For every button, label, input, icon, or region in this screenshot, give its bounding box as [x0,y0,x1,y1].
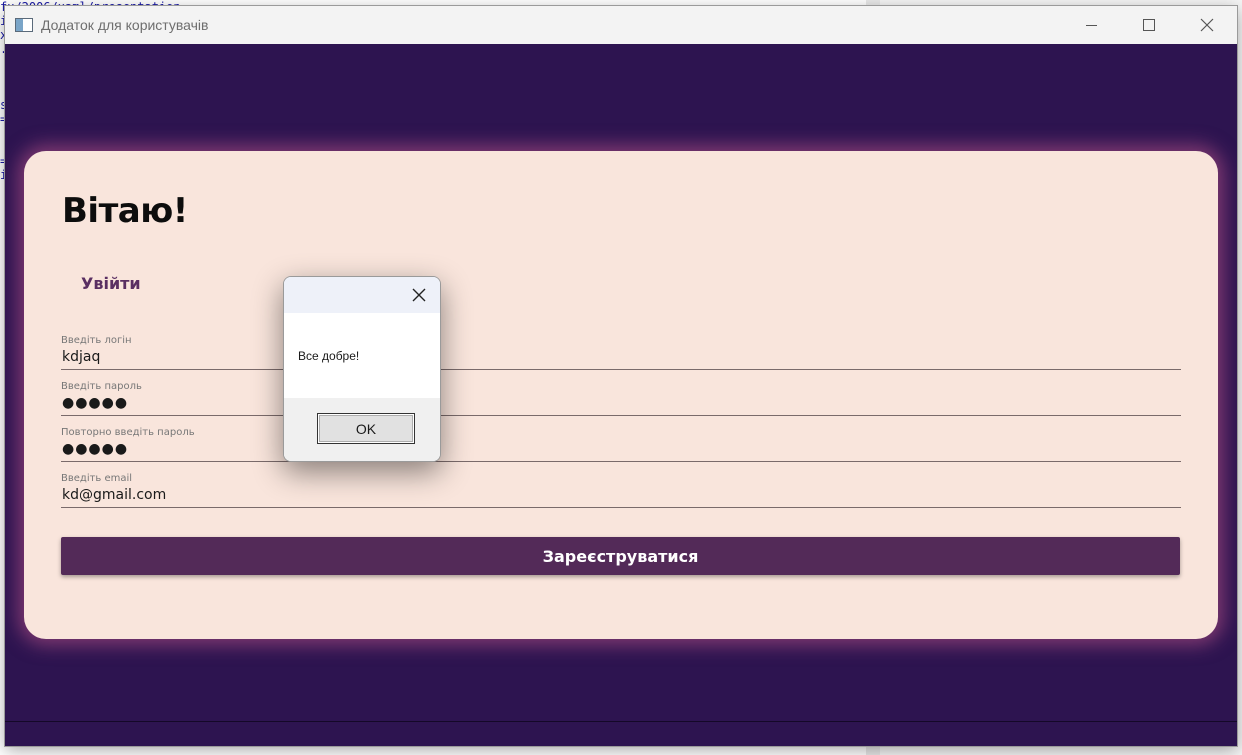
repeat-password-field-label: Повторно введіть пароль [61,427,195,438]
ok-button[interactable]: OK [317,413,415,444]
window-content: Вітаю! Увійти Введіть логін kdjaq Введіт… [5,44,1237,746]
dialog-title-bar[interactable] [284,277,440,313]
window-title: Додаток для користувачів [41,17,209,33]
password-input[interactable]: ●●●●● [62,395,1180,411]
close-button[interactable] [1178,6,1236,44]
app-window-icon [15,18,33,32]
dialog-footer: OK [284,398,440,461]
login-field: Введіть логін kdjaq [61,335,1181,381]
email-field: Введіть email kd@gmail.com [61,473,1181,519]
minimize-button[interactable] [1062,6,1120,44]
field-underline [61,461,1181,462]
email-field-label: Введіть email [61,473,133,484]
minimize-icon [1085,24,1097,26]
field-underline [61,507,1181,508]
title-bar[interactable]: Додаток для користувачів [5,6,1237,44]
maximize-icon [1143,19,1155,31]
close-icon [1200,18,1214,32]
repeat-password-field: Повторно введіть пароль ●●●●● [61,427,1181,473]
message-dialog: Все добре! OK [283,276,441,462]
register-button[interactable]: Зареєструватися [61,537,1180,575]
dialog-message: Все добре! [298,349,360,363]
field-underline [61,415,1181,416]
maximize-button[interactable] [1120,6,1178,44]
app-window: Додаток для користувачів Вітаю! Увійти В… [5,6,1237,746]
password-field-label: Введіть пароль [61,381,142,392]
field-underline [61,369,1181,370]
window-bottom-divider [5,721,1237,722]
greeting-heading: Вітаю! [62,191,188,231]
repeat-password-input[interactable]: ●●●●● [62,441,1180,457]
login-field-label: Введіть логін [61,335,132,346]
dialog-close-button[interactable] [406,282,432,308]
email-input[interactable]: kd@gmail.com [62,487,1180,503]
password-field: Введіть пароль ●●●●● [61,381,1181,427]
dialog-close-icon [412,288,426,302]
login-input[interactable]: kdjaq [62,349,1180,365]
registration-card: Вітаю! Увійти Введіть логін kdjaq Введіт… [24,151,1218,639]
login-link[interactable]: Увійти [81,274,141,293]
